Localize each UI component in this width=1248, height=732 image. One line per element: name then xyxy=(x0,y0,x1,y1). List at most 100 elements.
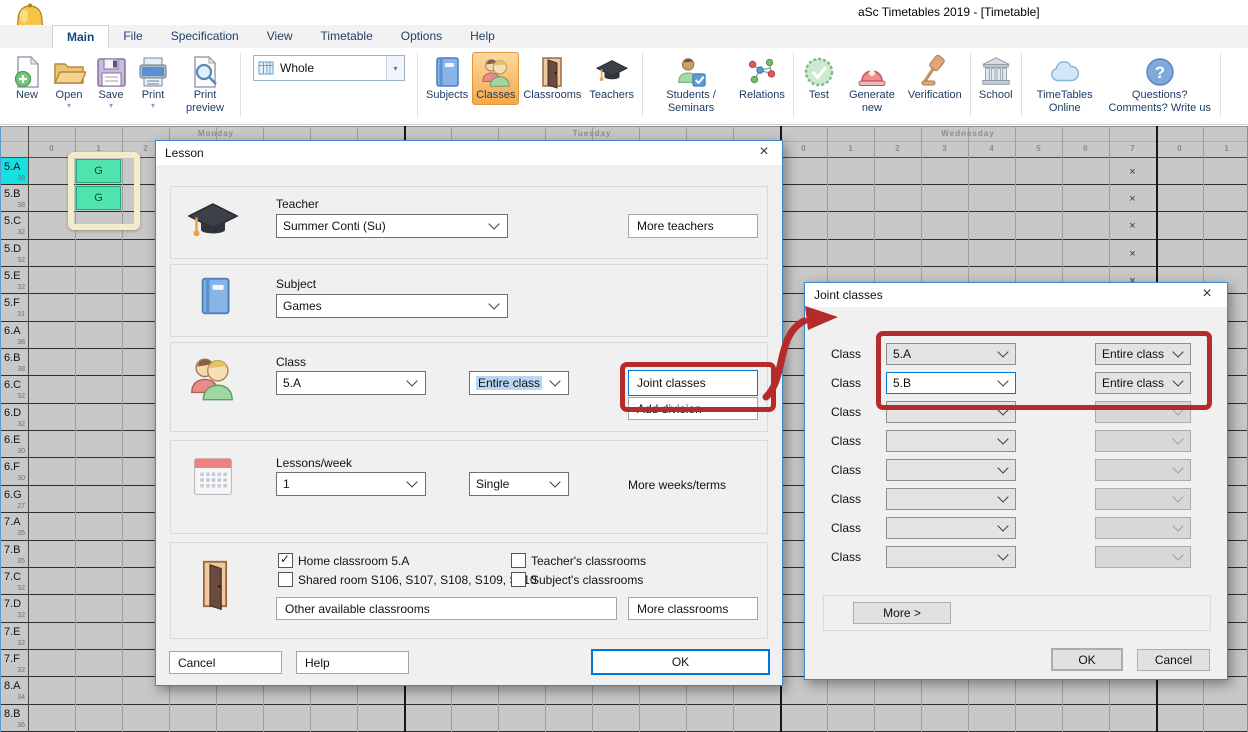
subjects-classrooms-checkbox[interactable]: Subject's classrooms xyxy=(511,572,643,587)
table-grid-icon xyxy=(258,60,274,76)
lesson-cell-g[interactable]: G xyxy=(76,186,121,210)
class-cell-5-c[interactable]: 5.C32 xyxy=(1,212,28,238)
help-button[interactable]: Help xyxy=(296,651,409,674)
joint-ok-button[interactable]: OK xyxy=(1051,648,1123,671)
chevron-down-icon xyxy=(1172,462,1183,473)
lessons-week-select[interactable]: 1 xyxy=(276,472,426,496)
teachers-classrooms-checkbox[interactable]: Teacher's classrooms xyxy=(511,553,646,568)
toolbar-button-teachers[interactable]: Teachers xyxy=(585,52,638,105)
menu-item-timetable[interactable]: Timetable xyxy=(307,25,387,48)
siren-icon xyxy=(855,55,889,89)
menu-item-specification[interactable]: Specification xyxy=(157,25,253,48)
toolbar-button-verification[interactable]: Verification xyxy=(904,52,966,105)
toolbar-button-new[interactable]: New xyxy=(6,52,48,105)
joint-class-select-5[interactable] xyxy=(886,459,1016,481)
close-icon[interactable]: × xyxy=(754,143,774,161)
class-lesson-count: 32 xyxy=(17,393,25,400)
toolbar-button-students-seminars[interactable]: Students / Seminars xyxy=(647,52,735,117)
menu-item-file[interactable]: File xyxy=(109,25,156,48)
more-button[interactable]: More > xyxy=(853,602,951,624)
more-classrooms-button[interactable]: More classrooms xyxy=(628,597,758,620)
class-cell-6-e[interactable]: 6.E30 xyxy=(1,431,28,457)
class-name: 7.B xyxy=(4,544,21,556)
period-header: 7 xyxy=(1130,144,1134,153)
toolbar-button-questions-comments-write-us[interactable]: ?Questions? Comments? Write us xyxy=(1104,52,1216,117)
duration-select[interactable]: Single xyxy=(469,472,569,496)
class-scope-select[interactable]: Entire class xyxy=(469,371,569,395)
ok-button[interactable]: OK xyxy=(591,649,770,675)
subject-select[interactable]: Games xyxy=(276,294,508,318)
class-cell-7-e[interactable]: 7.E32 xyxy=(1,623,28,649)
home-classroom-checkbox[interactable]: Home classroom 5.A xyxy=(278,553,409,568)
dropdown-arrow-icon[interactable]: ▾ xyxy=(151,103,155,109)
toolbar-button-save[interactable]: Save▾ xyxy=(90,52,132,112)
class-cell-7-f[interactable]: 7.F32 xyxy=(1,650,28,676)
classroom-door-icon xyxy=(194,549,236,619)
toolbar-button-school[interactable]: School xyxy=(975,52,1017,105)
class-cell-7-d[interactable]: 7.D32 xyxy=(1,595,28,621)
toolbar-button-generate-new[interactable]: Generate new xyxy=(840,52,904,117)
joint-class-select-3[interactable] xyxy=(886,401,1016,423)
class-select[interactable]: 5.A xyxy=(276,371,426,395)
joint-class-select-2[interactable]: 5.B xyxy=(886,372,1016,394)
joint-class-select-4[interactable] xyxy=(886,430,1016,452)
menu-item-view[interactable]: View xyxy=(253,25,307,48)
add-division-button[interactable]: Add division xyxy=(628,397,758,420)
building-icon xyxy=(979,55,1013,89)
lesson-cell-g[interactable]: G xyxy=(76,159,121,183)
printer-icon xyxy=(136,55,170,89)
toolbar-button-print[interactable]: Print▾ xyxy=(132,52,174,112)
joint-scope-select-8 xyxy=(1095,546,1191,568)
toolbar-button-open[interactable]: Open▾ xyxy=(48,52,90,112)
class-cell-8-a[interactable]: 8.A34 xyxy=(1,677,28,703)
student-check-icon xyxy=(674,55,708,89)
joint-classes-button[interactable]: Joint classes xyxy=(628,370,758,396)
class-cell-5-a[interactable]: 5.A38 xyxy=(1,158,28,184)
toolbar-button-timetables-online[interactable]: TimeTables Online xyxy=(1026,52,1104,117)
joint-scope-select-6 xyxy=(1095,488,1191,510)
class-cell-6-c[interactable]: 6.C32 xyxy=(1,376,28,402)
joint-class-select-6[interactable] xyxy=(886,488,1016,510)
other-classrooms-button[interactable]: Other available classrooms xyxy=(276,597,617,620)
joint-cancel-button[interactable]: Cancel xyxy=(1137,649,1210,671)
class-cell-7-a[interactable]: 7.A35 xyxy=(1,513,28,539)
more-teachers-button[interactable]: More teachers xyxy=(628,214,758,238)
class-cell-6-d[interactable]: 6.D32 xyxy=(1,404,28,430)
toolbar-button-test[interactable]: Test xyxy=(798,52,840,105)
dropdown-arrow-icon[interactable]: ▾ xyxy=(109,103,113,109)
class-cell-6-a[interactable]: 6.A38 xyxy=(1,322,28,348)
class-cell-6-b[interactable]: 6.B38 xyxy=(1,349,28,375)
joint-scope-select-1[interactable]: Entire class xyxy=(1095,343,1191,365)
joint-class-select-8[interactable] xyxy=(886,546,1016,568)
class-cell-5-f[interactable]: 5.F31 xyxy=(1,294,28,320)
dropdown-arrow-icon[interactable]: ▾ xyxy=(67,103,71,109)
class-cell-7-c[interactable]: 7.C32 xyxy=(1,568,28,594)
toolbar-button-classes[interactable]: Classes xyxy=(472,52,519,105)
view-scope-select[interactable]: Whole▾ xyxy=(253,55,405,81)
blocked-period-mark: × xyxy=(1109,158,1156,185)
menu-item-help[interactable]: Help xyxy=(456,25,509,48)
joint-class-select-7[interactable] xyxy=(886,517,1016,539)
joint-class-select-1[interactable]: 5.A xyxy=(886,343,1016,365)
menu-item-main[interactable]: Main xyxy=(52,25,109,48)
menu-item-options[interactable]: Options xyxy=(387,25,456,48)
toolbar-button-relations[interactable]: Relations xyxy=(735,52,789,105)
cancel-button[interactable]: Cancel xyxy=(169,651,282,674)
shared-room-checkbox[interactable]: Shared room S106, S107, S108, S109, S110 xyxy=(278,572,537,587)
class-cell-6-f[interactable]: 6.F30 xyxy=(1,458,28,484)
joint-scope-select-2[interactable]: Entire class xyxy=(1095,372,1191,394)
toolbar-button-classrooms[interactable]: Classrooms xyxy=(519,52,585,105)
toolbar-button-subjects[interactable]: Subjects xyxy=(422,52,472,105)
class-cell-6-g[interactable]: 6.G27 xyxy=(1,486,28,512)
toolbar-button-label: Teachers xyxy=(589,89,634,102)
class-cell-5-e[interactable]: 5.E32 xyxy=(1,267,28,293)
class-cell-8-b[interactable]: 8.B36 xyxy=(1,705,28,731)
teacher-select[interactable]: Summer Conti (Su) xyxy=(276,214,508,238)
class-cell-7-b[interactable]: 7.B35 xyxy=(1,541,28,567)
class-cell-5-b[interactable]: 5.B38 xyxy=(1,185,28,211)
chevron-down-icon[interactable]: ▾ xyxy=(386,56,404,80)
toolbar-button-print-preview[interactable]: Print preview xyxy=(174,52,236,117)
class-cell-5-d[interactable]: 5.D32 xyxy=(1,240,28,266)
close-icon[interactable]: × xyxy=(1197,285,1217,303)
chevron-down-icon xyxy=(1172,375,1183,386)
